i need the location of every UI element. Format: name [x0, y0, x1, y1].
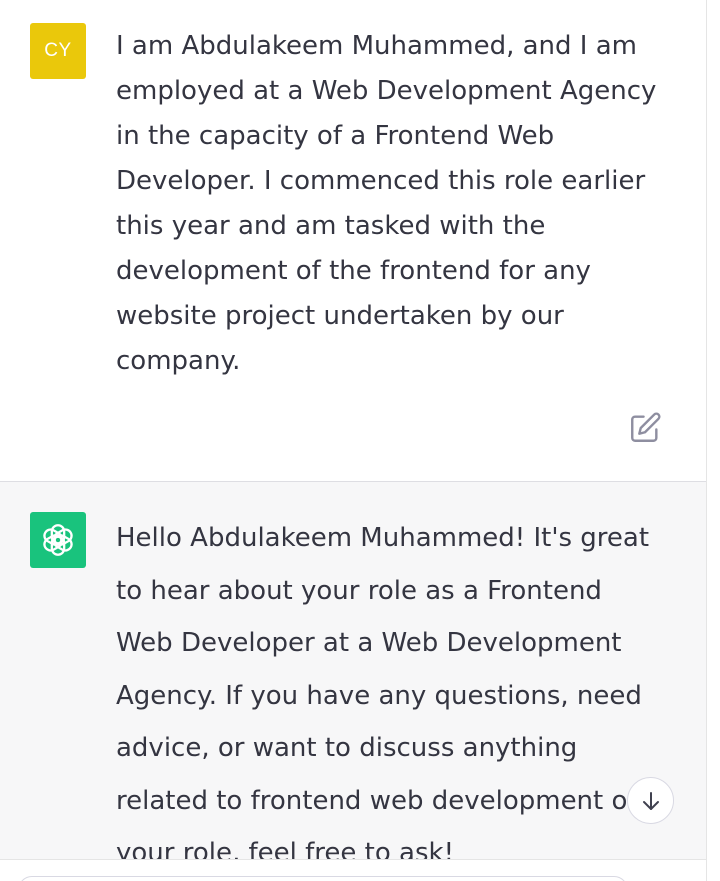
user-message: CY I am Abdulakeem Muhammed, and I am em…: [0, 0, 706, 481]
composer-area: [0, 859, 720, 881]
user-message-text: I am Abdulakeem Muhammed, and I am emplo…: [116, 31, 657, 376]
user-avatar: CY: [30, 23, 86, 79]
message-input[interactable]: [18, 876, 628, 881]
assistant-message: Hello Abdulakeem Muhammed! It's great to…: [0, 482, 706, 859]
chat-page: CY I am Abdulakeem Muhammed, and I am em…: [0, 0, 720, 881]
scroll-to-bottom-button[interactable]: [627, 777, 674, 824]
edit-icon[interactable]: [628, 411, 662, 445]
arrow-down-icon: [643, 792, 659, 810]
openai-logo-icon: [43, 524, 73, 556]
assistant-message-text: Hello Abdulakeem Muhammed! It's great to…: [116, 523, 650, 859]
scrollbar-track[interactable]: [706, 0, 720, 881]
assistant-avatar: [30, 512, 86, 568]
